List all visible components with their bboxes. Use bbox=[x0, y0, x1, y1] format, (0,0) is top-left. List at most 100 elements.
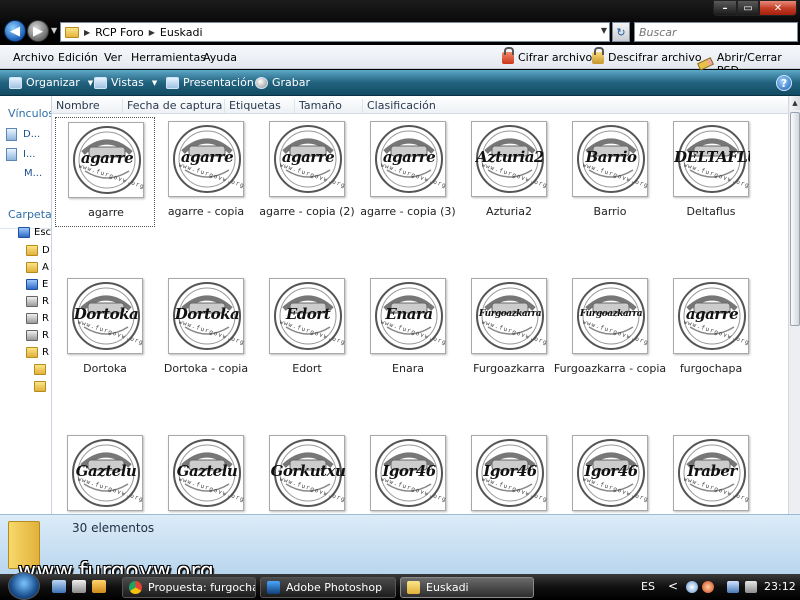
tree-item[interactable]: Esc bbox=[18, 227, 51, 238]
file-tile[interactable]: Furgoazkarra www.furgovw.org Furgoazkarra bbox=[459, 274, 559, 384]
tree-item[interactable] bbox=[34, 364, 46, 375]
tray-security-icon[interactable] bbox=[702, 581, 714, 593]
file-tile[interactable]: agarre www.furgovw.org furgochapa bbox=[661, 274, 761, 384]
organize-button[interactable]: Organizar ▼ bbox=[9, 76, 93, 89]
switch-windows-icon[interactable] bbox=[72, 580, 86, 593]
decrypt-file-label: Descifrar archivo bbox=[608, 51, 702, 64]
tree-item[interactable]: A bbox=[26, 262, 49, 273]
link-item[interactable]: M... bbox=[24, 168, 42, 179]
maximize-button[interactable]: ▭ bbox=[737, 0, 759, 16]
file-tile[interactable]: DELTAFLUSwww.furgovw.org Deltaflus bbox=[661, 117, 761, 227]
chevron-left-icon[interactable]: < bbox=[668, 579, 678, 593]
burn-button[interactable]: Grabar bbox=[255, 76, 310, 89]
chevron-down-icon: ▼ bbox=[151, 78, 158, 87]
file-tile[interactable]: Gaztelu www.furgovw.org bbox=[55, 431, 155, 514]
file-tile[interactable]: Gaztelu www.furgovw.org bbox=[156, 431, 256, 514]
breadcrumb-separator-icon[interactable]: ▶ bbox=[149, 28, 155, 37]
column-nombre[interactable]: Nombre bbox=[52, 99, 122, 113]
chevron-down-icon[interactable]: ▼ bbox=[601, 26, 607, 35]
column-tamano[interactable]: Tamaño bbox=[294, 99, 364, 113]
column-fecha[interactable]: Fecha de captura bbox=[122, 99, 224, 113]
command-bar: Organizar ▼ Vistas ▼ Presentación Grabar… bbox=[0, 70, 800, 96]
breadcrumb-item[interactable]: Euskadi bbox=[160, 26, 203, 39]
lock-icon bbox=[502, 46, 514, 64]
recent-pages-dropdown[interactable]: ▼ bbox=[51, 26, 57, 35]
tree-item[interactable]: E bbox=[26, 279, 48, 290]
menu-archivo[interactable]: Archivo bbox=[13, 51, 54, 64]
help-icon: ? bbox=[780, 76, 788, 90]
tree-item[interactable]: R bbox=[26, 313, 49, 324]
file-tile[interactable]: Igor46 www.furgovw.org bbox=[560, 431, 660, 514]
file-tile[interactable]: Barrio www.furgovw.org Barrio bbox=[560, 117, 660, 227]
file-tile[interactable]: Igor46 www.furgovw.org bbox=[459, 431, 559, 514]
file-tile[interactable]: Dortoka www.furgovw.org Dortoka - copia bbox=[156, 274, 256, 384]
thumbnail-text: Furgoazkarra bbox=[478, 309, 542, 319]
clock[interactable]: 23:12 bbox=[764, 580, 796, 593]
start-button[interactable] bbox=[8, 572, 40, 600]
file-tile[interactable]: Azturia2 www.furgovw.org Azturia2 bbox=[459, 117, 559, 227]
tray-app-icon[interactable] bbox=[686, 581, 698, 593]
tree-item[interactable]: R bbox=[26, 296, 49, 307]
menu-ayuda[interactable]: Ayuda bbox=[203, 51, 237, 64]
column-clasificacion[interactable]: Clasificación bbox=[362, 99, 462, 113]
item-count: 30 elementos bbox=[72, 521, 155, 535]
tree-label: R bbox=[42, 347, 49, 358]
refresh-button[interactable]: ↻ bbox=[612, 22, 630, 42]
file-tile[interactable]: Iraber www.furgovw.org bbox=[661, 431, 761, 514]
column-etiquetas[interactable]: Etiquetas bbox=[224, 99, 294, 113]
decrypt-file-button[interactable]: Descifrar archivo bbox=[592, 46, 702, 64]
search-input[interactable] bbox=[634, 22, 798, 42]
thumbnail-text: Furgoazkarra bbox=[579, 309, 643, 319]
file-tile[interactable]: Igor46 www.furgovw.org bbox=[358, 431, 458, 514]
folder-icon bbox=[65, 26, 79, 38]
tree-item[interactable]: R bbox=[26, 347, 49, 358]
file-thumbnail: agarre www.furgovw.org bbox=[168, 121, 246, 197]
show-desktop-icon[interactable] bbox=[52, 580, 66, 593]
scroll-up-button[interactable]: ▲ bbox=[790, 96, 800, 110]
views-button[interactable]: Vistas ▼ bbox=[94, 76, 157, 89]
file-tile[interactable]: agarre www.furgovw.org agarre - copia bbox=[156, 117, 256, 227]
breadcrumb-separator-icon[interactable]: ▶ bbox=[84, 28, 90, 37]
menu-edicion[interactable]: Edición bbox=[58, 51, 98, 64]
file-tile[interactable]: Enara www.furgovw.org Enara bbox=[358, 274, 458, 384]
taskbar-button-photoshop[interactable]: Adobe Photoshop bbox=[260, 577, 396, 598]
scrollbar-thumb[interactable] bbox=[790, 112, 800, 326]
file-tile[interactable]: agarre www.furgovw.org agarre - copia (3) bbox=[358, 117, 458, 227]
file-tile[interactable]: Furgoazkarra www.furgovw.org Furgoazkarra … bbox=[554, 274, 666, 384]
file-name: furgochapa bbox=[679, 362, 743, 375]
language-indicator[interactable]: ES bbox=[641, 580, 655, 593]
burn-label: Grabar bbox=[272, 76, 311, 89]
file-tile[interactable]: agarre www.furgovw.org agarre bbox=[55, 117, 155, 227]
menu-ver[interactable]: Ver bbox=[104, 51, 122, 64]
taskbar-button-chrome[interactable]: Propuesta: furgochap... bbox=[122, 577, 256, 598]
link-item[interactable]: I... bbox=[6, 148, 36, 161]
address-bar[interactable]: ▶ RCP Foro ▶ Euskadi ▼ bbox=[60, 22, 610, 42]
folder-icon bbox=[26, 245, 38, 256]
close-button[interactable]: ✕ bbox=[759, 0, 797, 16]
taskbar-button-explorer[interactable]: Euskadi bbox=[400, 577, 534, 598]
menu-herramientas[interactable]: Herramientas bbox=[131, 51, 206, 64]
tree-item[interactable] bbox=[34, 381, 46, 392]
browser-icon[interactable] bbox=[92, 580, 106, 593]
breadcrumb-item[interactable]: RCP Foro bbox=[95, 26, 144, 39]
tree-label: E bbox=[42, 279, 49, 290]
link-item[interactable]: D... bbox=[6, 128, 40, 141]
tree-item[interactable]: D bbox=[26, 245, 50, 256]
vertical-scrollbar[interactable]: ▲ bbox=[788, 96, 800, 514]
forward-button[interactable]: ▶ bbox=[27, 20, 49, 42]
file-tile[interactable]: agarre www.furgovw.org agarre - copia (2) bbox=[257, 117, 357, 227]
network-icon[interactable] bbox=[727, 581, 739, 593]
minimize-button[interactable]: – bbox=[713, 0, 737, 16]
links-heading[interactable]: Vínculos bbox=[8, 107, 51, 120]
folders-heading[interactable]: Carpetas bbox=[8, 208, 51, 221]
encrypt-file-button[interactable]: Cifrar archivo bbox=[502, 46, 592, 64]
pencil-icon bbox=[697, 57, 714, 71]
tree-item[interactable]: R bbox=[26, 330, 49, 341]
back-button[interactable]: ◀ bbox=[4, 20, 26, 42]
help-button[interactable]: ? bbox=[776, 75, 792, 91]
volume-icon[interactable] bbox=[745, 581, 757, 593]
file-tile[interactable]: Dortoka www.furgovw.org Dortoka bbox=[55, 274, 155, 384]
presentation-button[interactable]: Presentación bbox=[166, 76, 254, 89]
file-tile[interactable]: Gorkutxu www.furgovw.org bbox=[257, 431, 357, 514]
file-tile[interactable]: Edort www.furgovw.org Edort bbox=[257, 274, 357, 384]
